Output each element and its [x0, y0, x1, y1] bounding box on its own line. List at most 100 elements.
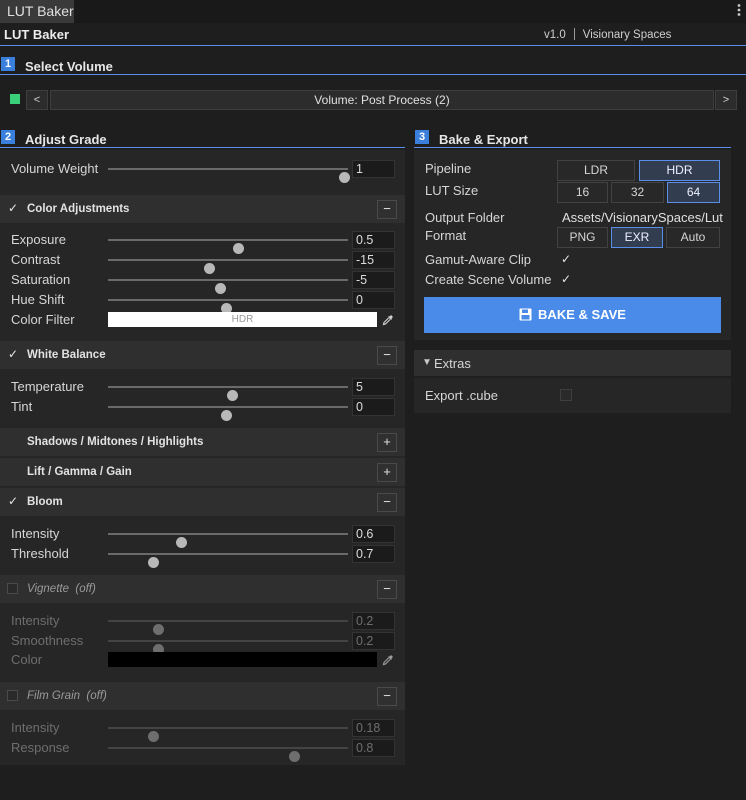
value-field[interactable]: 0.5 [352, 231, 395, 249]
collapse-button[interactable]: − [377, 687, 397, 706]
film-grain-title: Film Grain (off) [27, 690, 107, 702]
slider-label: Saturation [11, 272, 71, 287]
slider-track[interactable] [108, 640, 348, 655]
volume-status-indicator [10, 94, 20, 104]
slider-track[interactable] [108, 553, 348, 568]
value-field[interactable]: 0.8 [352, 739, 395, 757]
slider-label: Intensity [11, 720, 60, 735]
adjust-grade-panel: Volume Weight 1 ✓ Color Adjustments − Ex… [0, 150, 405, 765]
slider-label: Tint [11, 399, 33, 414]
bloom-intensity-row: Intensity 0.6 [0, 524, 405, 548]
bloom-threshold-row: Threshold 0.7 [0, 544, 405, 568]
value-field[interactable]: 0.18 [352, 719, 395, 737]
value-field[interactable]: 0 [352, 398, 395, 416]
color-adjustments-title: Color Adjustments [27, 203, 130, 215]
collapse-button[interactable]: − [377, 580, 397, 599]
vignette-enable-checkbox[interactable] [7, 583, 18, 594]
version-label: v1.0 [544, 29, 566, 41]
bloom-header[interactable]: ✓ Bloom − [0, 488, 405, 516]
volume-selector[interactable]: Volume: Post Process (2) [50, 90, 714, 110]
value-field[interactable]: 0 [352, 291, 395, 309]
slider-handle[interactable] [339, 172, 350, 183]
slider-track[interactable] [108, 239, 348, 254]
collapse-button[interactable]: − [377, 346, 397, 365]
volume-prev-button[interactable]: < [26, 90, 48, 110]
collapse-button[interactable]: − [377, 493, 397, 512]
film-grain-off-label: (off) [86, 690, 107, 702]
section-3-number: 3 [415, 130, 429, 144]
slider-track[interactable] [108, 406, 348, 421]
lut-size-option-16[interactable]: 16 [557, 182, 608, 203]
gamut-aware-clip-checkbox[interactable]: ✓ [561, 252, 571, 266]
value-field[interactable]: -5 [352, 271, 395, 289]
color-adjustments-header[interactable]: ✓ Color Adjustments − [0, 195, 405, 223]
value-field[interactable]: -15 [352, 251, 395, 269]
expand-button[interactable]: + [377, 433, 397, 452]
vignette-color-swatch[interactable] [108, 652, 377, 667]
slider-track[interactable] [108, 727, 348, 742]
white-balance-header[interactable]: ✓ White Balance − [0, 341, 405, 369]
slider-label: Intensity [11, 526, 60, 541]
kebab-icon[interactable] [737, 3, 741, 19]
volume-next-button[interactable]: > [715, 90, 737, 110]
vendor-label: Visionary Spaces [582, 29, 672, 41]
film-grain-header[interactable]: Film Grain (off) − [0, 682, 405, 710]
output-folder-field[interactable]: Assets/VisionarySpaces/Lut [562, 210, 723, 225]
check-icon[interactable]: ✓ [8, 347, 20, 361]
value-field[interactable]: 0.2 [352, 612, 395, 630]
create-scene-volume-label: Create Scene Volume [425, 272, 552, 287]
lift-gamma-gain-header[interactable]: Lift / Gamma / Gain + [0, 458, 405, 486]
slider-track[interactable] [108, 620, 348, 635]
slider-track[interactable] [108, 299, 348, 314]
value-field[interactable]: 5 [352, 378, 395, 396]
volume-weight-field[interactable]: 1 [352, 160, 395, 178]
color-adjustments-hue-shift-row: Hue Shift 0 [0, 290, 405, 314]
color-filter-row: Color Filter HDR [0, 310, 405, 330]
format-option-png[interactable]: PNG [557, 227, 608, 248]
white-balance-tint-row: Tint 0 [0, 397, 405, 421]
slider-handle[interactable] [221, 410, 232, 421]
check-icon[interactable]: ✓ [8, 494, 20, 508]
value-field[interactable]: 0.6 [352, 525, 395, 543]
lut-size-option-32[interactable]: 32 [611, 182, 664, 203]
value-field[interactable]: 0.7 [352, 545, 395, 563]
bake-save-button[interactable]: BAKE & SAVE [424, 297, 721, 333]
lift-gamma-gain-title: Lift / Gamma / Gain [27, 466, 132, 478]
value-field[interactable]: 0.2 [352, 632, 395, 650]
collapse-button[interactable]: − [377, 200, 397, 219]
color-filter-swatch[interactable]: HDR [108, 312, 377, 327]
eyedropper-icon[interactable] [381, 653, 395, 667]
slider-track[interactable] [108, 259, 348, 274]
export-cube-checkbox[interactable] [560, 389, 572, 401]
white-balance-title: White Balance [27, 349, 106, 361]
check-icon[interactable]: ✓ [8, 201, 20, 215]
section-3-divider [414, 147, 731, 148]
volume-weight-slider[interactable] [108, 168, 350, 183]
expand-button[interactable]: + [377, 463, 397, 482]
slider-label: Exposure [11, 232, 66, 247]
vignette-off-label: (off) [75, 583, 96, 595]
slider-handle[interactable] [147, 557, 159, 568]
lut-size-option-64[interactable]: 64 [667, 182, 720, 203]
format-option-auto[interactable]: Auto [666, 227, 720, 248]
extras-title: Extras [434, 356, 471, 371]
slider-track[interactable] [108, 533, 348, 548]
format-option-exr[interactable]: EXR [611, 227, 663, 248]
film-grain-enable-checkbox[interactable] [7, 690, 18, 701]
pipeline-option-ldr[interactable]: LDR [557, 160, 635, 181]
shadows-midtones-highlights-header[interactable]: Shadows / Midtones / Highlights + [0, 428, 405, 456]
slider-track[interactable] [108, 747, 348, 762]
slider-label: Contrast [11, 252, 61, 267]
eyedropper-icon[interactable] [381, 313, 395, 327]
header-divider [0, 45, 746, 46]
vignette-header[interactable]: Vignette (off) − [0, 575, 405, 603]
section-adjust-grade-title: Adjust Grade [25, 132, 107, 147]
extras-header[interactable]: ▼ Extras [414, 350, 731, 376]
slider-track[interactable] [108, 279, 348, 294]
create-scene-volume-checkbox[interactable]: ✓ [561, 272, 571, 286]
slider-handle[interactable] [289, 751, 301, 762]
tab-lut-baker[interactable]: LUT Baker [0, 0, 74, 23]
slider-track[interactable] [108, 386, 348, 401]
bloom-title: Bloom [27, 496, 63, 508]
pipeline-option-hdr[interactable]: HDR [639, 160, 720, 181]
